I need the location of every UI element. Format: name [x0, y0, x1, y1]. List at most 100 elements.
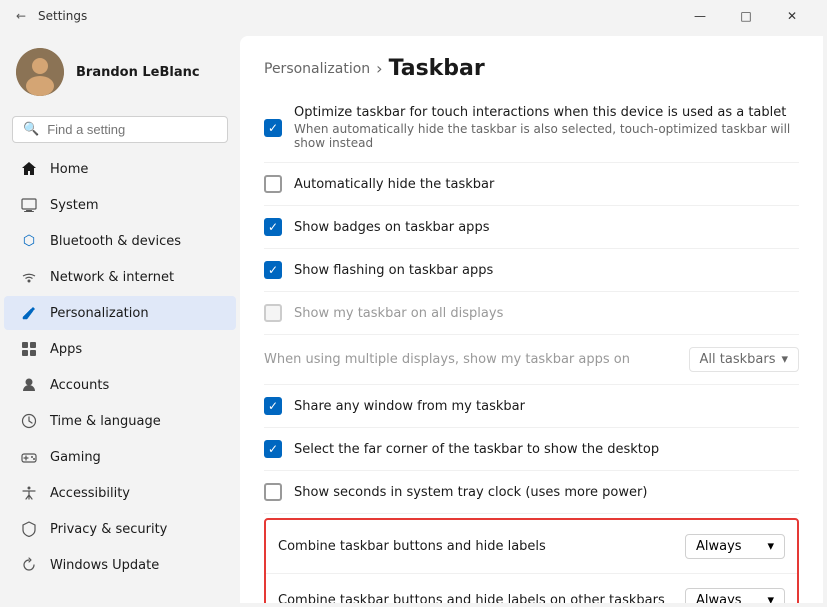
maximize-button[interactable]: □ — [723, 0, 769, 32]
show-flashing-label: Show flashing on taskbar apps — [294, 263, 799, 278]
auto-hide-label: Automatically hide the taskbar — [294, 177, 799, 192]
sidebar-item-privacy-label: Privacy & security — [50, 522, 167, 537]
multiple-displays-value: All taskbars — [700, 352, 776, 367]
title-bar: ← Settings — □ ✕ — [0, 0, 827, 32]
search-input[interactable] — [47, 122, 223, 137]
sidebar-item-gaming[interactable]: Gaming — [4, 440, 236, 474]
checkbox-checked-icon5: ✓ — [264, 440, 282, 458]
checkbox-disabled-icon — [264, 304, 282, 322]
dropdown-chevron: ▾ — [781, 352, 788, 367]
setting-far-corner: ✓ Select the far corner of the taskbar t… — [264, 428, 799, 471]
setting-share-window: ✓ Share any window from my taskbar — [264, 385, 799, 428]
checkbox-show-badges[interactable]: ✓ — [264, 218, 282, 236]
checkbox-auto-hide[interactable] — [264, 175, 282, 193]
combine-other-dropdown[interactable]: Always ▾ — [685, 588, 785, 603]
breadcrumb-current: Taskbar — [389, 56, 485, 81]
setting-auto-hide: Automatically hide the taskbar — [264, 163, 799, 206]
content-header: Personalization › Taskbar — [240, 36, 823, 93]
update-icon — [20, 556, 38, 574]
sidebar: Brandon LeBlanc 🔍 Home System — [0, 32, 240, 607]
combine-other-chevron: ▾ — [767, 593, 774, 603]
sidebar-item-home[interactable]: Home — [4, 152, 236, 186]
sidebar-item-accounts-label: Accounts — [50, 378, 109, 393]
sidebar-item-network[interactable]: Network & internet — [4, 260, 236, 294]
network-icon — [20, 268, 38, 286]
back-button[interactable]: ← — [12, 7, 30, 25]
privacy-icon — [20, 520, 38, 538]
checkbox-unchecked-icon2 — [264, 483, 282, 501]
checkbox-show-flashing[interactable]: ✓ — [264, 261, 282, 279]
close-button[interactable]: ✕ — [769, 0, 815, 32]
setting-show-badges: ✓ Show badges on taskbar apps — [264, 206, 799, 249]
accounts-icon — [20, 376, 38, 394]
optimize-touch-label: Optimize taskbar for touch interactions … — [294, 105, 799, 120]
setting-show-seconds: Show seconds in system tray clock (uses … — [264, 471, 799, 514]
sidebar-item-privacy[interactable]: Privacy & security — [4, 512, 236, 546]
optimize-touch-sublabel: When automatically hide the taskbar is a… — [294, 122, 799, 150]
minimize-button[interactable]: — — [677, 0, 723, 32]
sidebar-item-apps[interactable]: Apps — [4, 332, 236, 366]
setting-show-flashing: ✓ Show flashing on taskbar apps — [264, 249, 799, 292]
window-title: Settings — [38, 9, 87, 23]
combine-other-label: Combine taskbar buttons and hide labels … — [278, 593, 685, 603]
search-icon: 🔍 — [23, 122, 39, 137]
multiple-displays-dropdown[interactable]: All taskbars ▾ — [689, 347, 799, 372]
multiple-displays-label: When using multiple displays, show my ta… — [264, 352, 677, 367]
sidebar-item-network-label: Network & internet — [50, 270, 174, 285]
accessibility-icon — [20, 484, 38, 502]
combine-buttons-value: Always — [696, 539, 742, 554]
avatar — [16, 48, 64, 96]
sidebar-item-bluetooth[interactable]: ⬡ Bluetooth & devices — [4, 224, 236, 258]
checkbox-far-corner[interactable]: ✓ — [264, 440, 282, 458]
user-profile: Brandon LeBlanc — [0, 32, 240, 112]
combine-buttons-dropdown[interactable]: Always ▾ — [685, 534, 785, 559]
breadcrumb: Personalization › Taskbar — [264, 56, 799, 81]
share-window-label: Share any window from my taskbar — [294, 399, 799, 414]
setting-optimize-touch: ✓ Optimize taskbar for touch interaction… — [264, 93, 799, 163]
checkbox-checked-icon3: ✓ — [264, 261, 282, 279]
checkbox-optimize-touch[interactable]: ✓ — [264, 119, 282, 137]
checkbox-show-seconds[interactable] — [264, 483, 282, 501]
checkbox-checked-icon4: ✓ — [264, 397, 282, 415]
sidebar-item-time[interactable]: Time & language — [4, 404, 236, 438]
system-icon — [20, 196, 38, 214]
all-displays-label: Show my taskbar on all displays — [294, 306, 799, 321]
sidebar-item-update[interactable]: Windows Update — [4, 548, 236, 582]
combine-buttons-label: Combine taskbar buttons and hide labels — [278, 539, 685, 554]
sidebar-item-accessibility-label: Accessibility — [50, 486, 130, 501]
sidebar-item-time-label: Time & language — [50, 414, 161, 429]
show-badges-label: Show badges on taskbar apps — [294, 220, 799, 235]
time-icon — [20, 412, 38, 430]
home-icon — [20, 160, 38, 178]
sidebar-item-apps-label: Apps — [50, 342, 82, 357]
user-name: Brandon LeBlanc — [76, 65, 200, 80]
combine-buttons-chevron: ▾ — [767, 539, 774, 554]
sidebar-item-personalization[interactable]: Personalization — [4, 296, 236, 330]
sidebar-item-system-label: System — [50, 198, 98, 213]
breadcrumb-sep: › — [376, 59, 382, 78]
sidebar-item-system[interactable]: System — [4, 188, 236, 222]
sidebar-item-accessibility[interactable]: Accessibility — [4, 476, 236, 510]
checkbox-checked-icon: ✓ — [264, 119, 282, 137]
show-seconds-label: Show seconds in system tray clock (uses … — [294, 485, 799, 500]
highlighted-settings-box: Combine taskbar buttons and hide labels … — [264, 518, 799, 603]
checkbox-share-window[interactable]: ✓ — [264, 397, 282, 415]
gaming-icon — [20, 448, 38, 466]
apps-icon — [20, 340, 38, 358]
setting-all-displays: Show my taskbar on all displays — [264, 292, 799, 335]
personalization-icon — [20, 304, 38, 322]
sidebar-item-bluetooth-label: Bluetooth & devices — [50, 234, 181, 249]
setting-multiple-displays: When using multiple displays, show my ta… — [264, 335, 799, 385]
content-scroll: ✓ Optimize taskbar for touch interaction… — [240, 93, 823, 603]
checkbox-unchecked-icon — [264, 175, 282, 193]
setting-combine-buttons: Combine taskbar buttons and hide labels … — [266, 520, 797, 574]
checkbox-checked-icon2: ✓ — [264, 218, 282, 236]
sidebar-item-personalization-label: Personalization — [50, 306, 149, 321]
far-corner-label: Select the far corner of the taskbar to … — [294, 442, 799, 457]
breadcrumb-parent: Personalization — [264, 61, 370, 77]
sidebar-item-accounts[interactable]: Accounts — [4, 368, 236, 402]
content-area: Personalization › Taskbar ✓ Optimize tas… — [240, 36, 823, 603]
setting-combine-other: Combine taskbar buttons and hide labels … — [266, 574, 797, 603]
search-box[interactable]: 🔍 — [12, 116, 228, 143]
checkbox-all-displays — [264, 304, 282, 322]
